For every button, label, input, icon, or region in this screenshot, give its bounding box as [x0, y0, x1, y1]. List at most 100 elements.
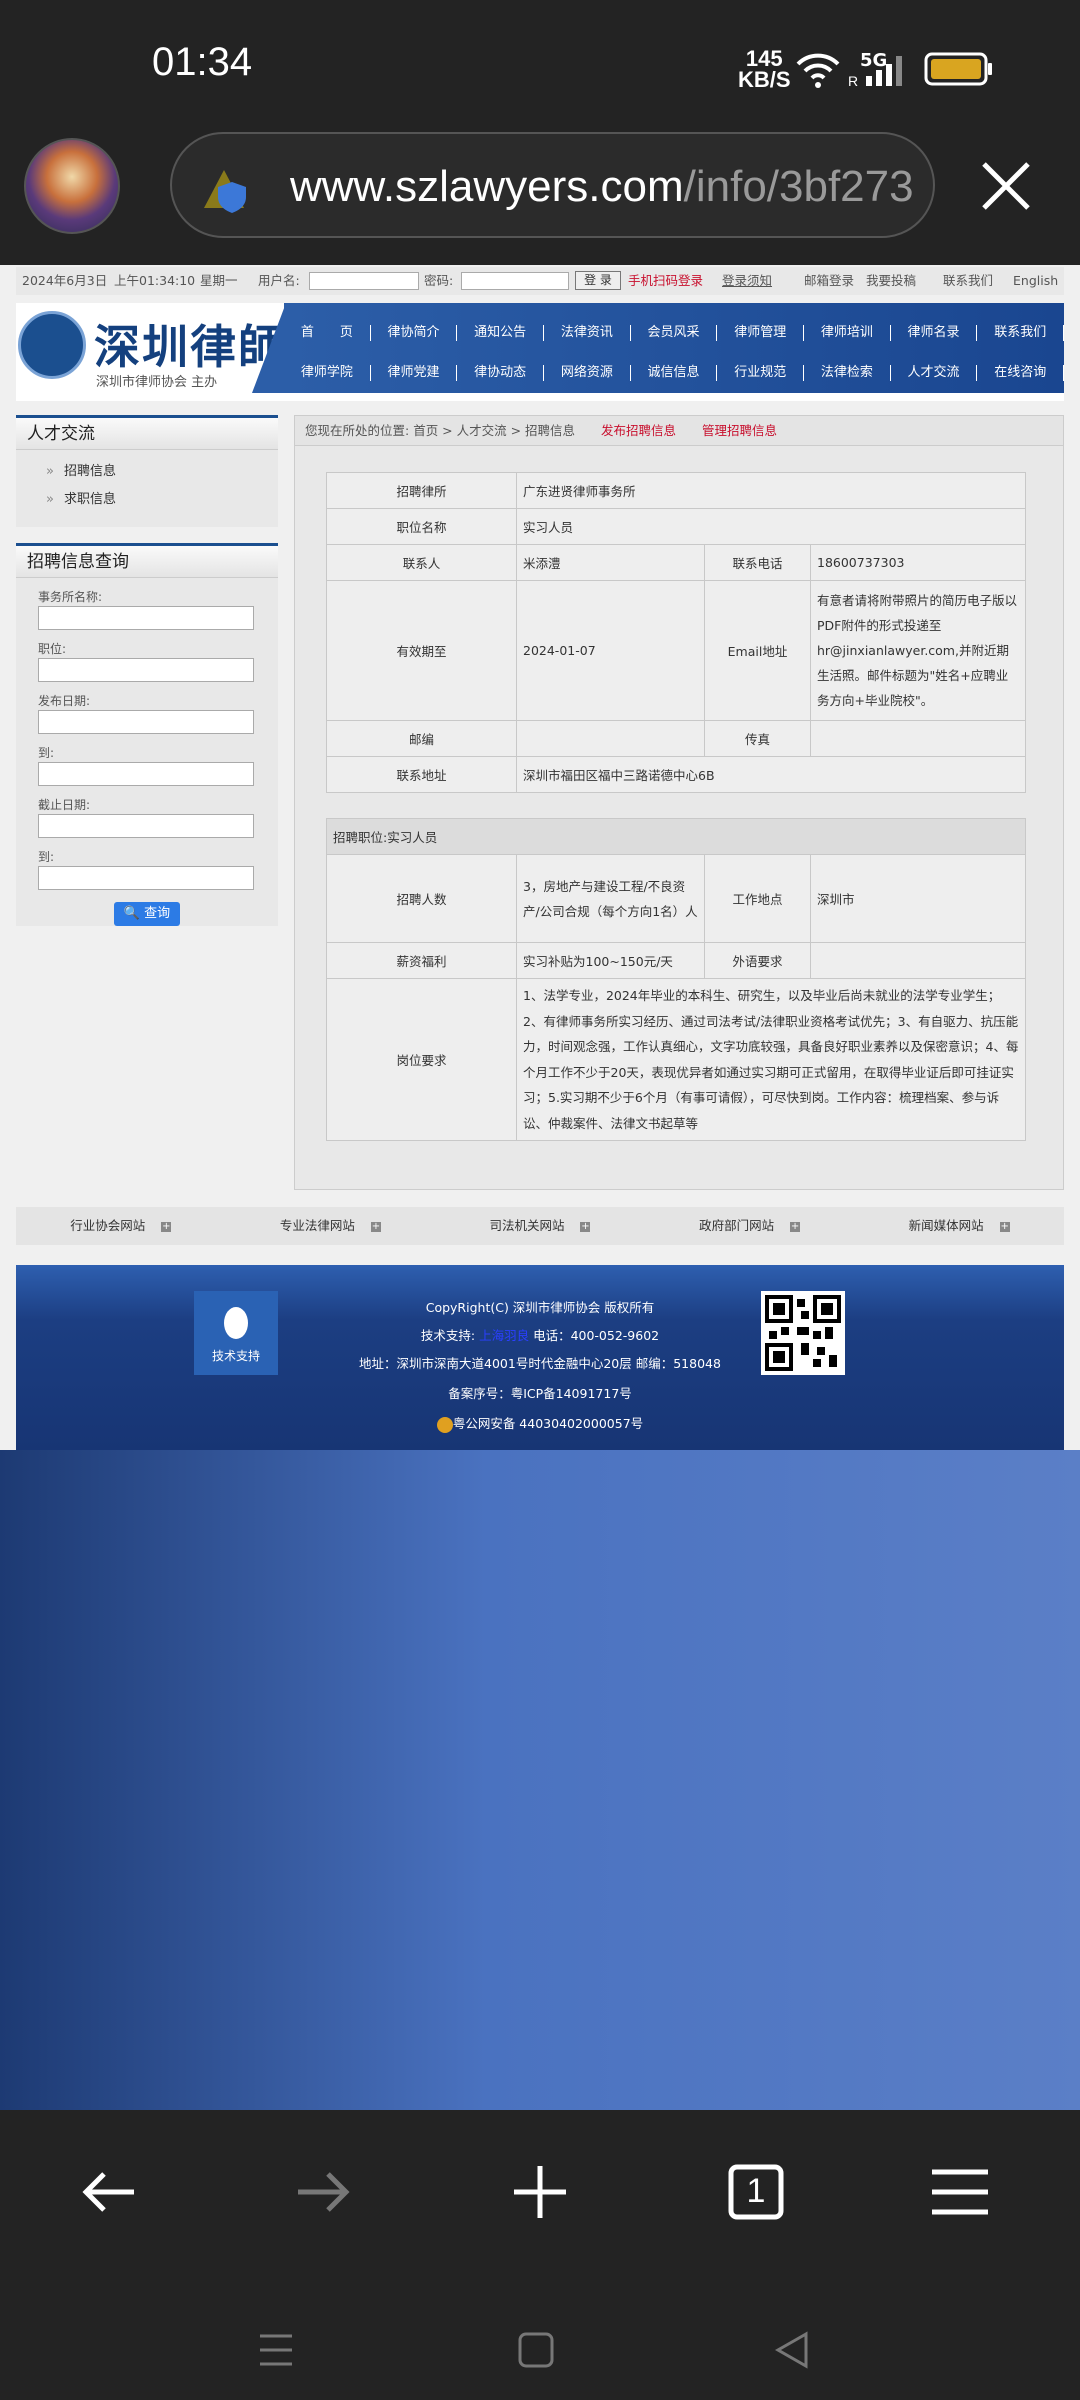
profile-avatar[interactable] [24, 138, 120, 234]
main-nav: 首 页律协简介 通知公告 法律资讯 会员风采 律师管理 律师培训 律师名录 联系我们 律师学院… [284, 303, 1065, 393]
query-box: 招聘信息查询 事务所名称: 职位: 发布日期: 到: 截止日期: 到: 🔍 查询 [16, 543, 278, 926]
phone-value: 18600737303 [810, 544, 1026, 581]
qr-login-link[interactable]: 手机扫码登录 [628, 267, 703, 295]
address-bar[interactable]: www.szlawyers.com/info/3bf273 [170, 132, 935, 238]
nav-item[interactable]: 人才交流 [891, 365, 978, 381]
position-label: 职位: [38, 642, 67, 656]
sidebar-item-jobseek[interactable]: 求职信息 [16, 486, 278, 514]
nav-item[interactable]: 在线咨询 [977, 365, 1065, 381]
english-link[interactable]: English [1013, 267, 1058, 295]
date-text: 2024年6月3日 [22, 273, 108, 288]
footer-link-judicial[interactable]: 司法机关网站 [435, 1207, 645, 1245]
nav-item[interactable]: 律协简介 [371, 325, 458, 341]
nav-item[interactable]: 行业规范 [717, 365, 805, 381]
language-label: 外语要求 [704, 942, 811, 979]
deadline-label: 截止日期: [38, 798, 91, 812]
system-menu-icon[interactable] [256, 2330, 296, 2370]
footer-link-media[interactable]: 新闻媒体网站 [854, 1207, 1064, 1245]
submit-link[interactable]: 我要投稿 [866, 267, 916, 295]
footer-links: 行业协会网站 专业法律网站 司法机关网站 政府部门网站 新闻媒体网站 [16, 1207, 1064, 1245]
nav-item[interactable]: 网络资源 [544, 365, 631, 381]
manage-job-link[interactable]: 管理招聘信息 [702, 423, 777, 438]
username-input[interactable] [309, 272, 419, 290]
nav-item[interactable]: 法律资讯 [544, 325, 631, 341]
new-tab-plus-icon[interactable] [504, 2156, 576, 2228]
table-row: 有效期至 2024-01-07 Email地址 有意者请将附带照片的简历电子版以PDF… [326, 580, 1026, 721]
table-row: 招聘人数 3，房地产与建设工程/不良资产/公司合规（每个方向1名）人 工作地点 深圳市 [326, 854, 1026, 943]
nav-item[interactable]: 律师党建 [371, 365, 458, 381]
email-value: 有意者请将附带照片的简历电子版以PDF附件的形式投递至hr@jinxianlaw… [810, 580, 1026, 721]
nav-item[interactable]: 律协动态 [457, 365, 545, 381]
query-title: 招聘信息查询 [16, 546, 278, 578]
url-text[interactable]: www.szlawyers.com/info/3bf273 [290, 162, 920, 212]
browser-bottom-bar: 1 [0, 2110, 1080, 2400]
forward-arrow-icon[interactable] [288, 2156, 360, 2228]
firm-value: 广东进贤律师事务所 [516, 472, 1026, 509]
nav-item[interactable]: 法律检索 [804, 365, 891, 381]
site-logo-subtitle: 深圳市律师协会 主办 [96, 375, 218, 390]
logo-seal-icon [18, 311, 86, 379]
breadcrumb-path[interactable]: 首页 > 人才交流 > 招聘信息 [413, 423, 575, 438]
system-back-icon[interactable] [772, 2330, 812, 2370]
table-row: 薪资福利 实习补贴为100~150元/天 外语要求 [326, 942, 1026, 979]
language-value [810, 942, 1026, 979]
position-detail-table: 招聘职位:实习人员 招聘人数 3，房地产与建设工程/不良资产/公司合规（每个方向1… [326, 818, 1026, 1141]
login-notice-link[interactable]: 登录须知 [722, 267, 772, 295]
query-button[interactable]: 🔍 查询 [114, 902, 180, 926]
email-label: Email地址 [704, 580, 811, 721]
status-bar: 01:34 145 KB/S 5G R [0, 0, 1080, 130]
back-arrow-icon[interactable] [72, 2156, 144, 2228]
footer-link-legal[interactable]: 专业法律网站 [226, 1207, 436, 1245]
nav-item[interactable]: 诚信信息 [631, 365, 718, 381]
fax-value [810, 720, 1026, 757]
table-row: 职位名称 实习人员 [326, 508, 1026, 545]
address-text: 地址：深圳市深南大道4001号时代金融中心20层 邮编：518048 [359, 1356, 721, 1371]
firm-name-label: 事务所名称: [38, 590, 103, 604]
icp-text[interactable]: 备案序号：粤ICP备14091717号 [16, 1383, 1064, 1402]
deadline-to-input[interactable] [38, 866, 254, 890]
signal-icon: R [848, 56, 902, 88]
system-home-icon[interactable] [516, 2330, 556, 2370]
footer-link-government[interactable]: 政府部门网站 [645, 1207, 855, 1245]
deadline-input[interactable] [38, 814, 254, 838]
menu-icon[interactable] [924, 2156, 996, 2228]
mail-login-link[interactable]: 邮箱登录 [804, 267, 854, 295]
contact-link[interactable]: 联系我们 [943, 267, 993, 295]
address-value: 深圳市福田区福中三路诺德中心6B [516, 756, 1026, 793]
username-label: 用户名: [258, 273, 300, 288]
nav-item[interactable]: 律师培训 [804, 325, 891, 341]
password-input[interactable] [461, 272, 569, 290]
nav-item[interactable]: 联系我们 [977, 325, 1065, 341]
fax-label: 传真 [704, 720, 811, 757]
nav-item[interactable]: 律师学院 [284, 365, 371, 381]
tab-switcher-button[interactable]: 1 [720, 2156, 792, 2228]
nav-item[interactable]: 会员风采 [631, 325, 718, 341]
nav-item[interactable]: 律师名录 [891, 325, 978, 341]
tech-company-link[interactable]: 上海羽良 [479, 1328, 529, 1343]
publish-to-input[interactable] [38, 762, 254, 786]
breadcrumb-prefix: 您现在所处的位置: [305, 423, 410, 438]
address-label: 联系地址 [326, 756, 517, 793]
site-security-icon[interactable] [198, 160, 258, 220]
zip-label: 邮编 [326, 720, 517, 757]
position-input[interactable] [38, 658, 254, 682]
requirements-value: 1、法学专业，2024年毕业的本科生、研究生，以及毕业后尚未就业的法学专业学生；… [516, 978, 1026, 1141]
sidebar-item-recruit[interactable]: 招聘信息 [16, 458, 278, 486]
nav-item[interactable]: 首 页 [284, 325, 371, 341]
publish-date-input[interactable] [38, 710, 254, 734]
firm-name-input[interactable] [38, 606, 254, 630]
expiry-value: 2024-01-07 [516, 580, 705, 721]
login-button[interactable]: 登 录 [575, 271, 621, 290]
table-row: 岗位要求 1、法学专业，2024年毕业的本科生、研究生，以及毕业后尚未就业的法学专… [326, 978, 1026, 1141]
footer-link-industry[interactable]: 行业协会网站 [16, 1207, 226, 1245]
nav-item[interactable]: 律师管理 [717, 325, 805, 341]
net-speed: 145 KB/S [738, 46, 791, 92]
nav-item[interactable]: 通知公告 [457, 325, 545, 341]
table-row: 联系地址 深圳市福田区福中三路诺德中心6B [326, 756, 1026, 793]
site-header: 深圳律師 深圳市律师协会 主办 首 页律协简介 通知公告 法律资讯 会员风采 律师管理律… [16, 303, 1065, 401]
publish-job-link[interactable]: 发布招聘信息 [601, 423, 676, 438]
police-record[interactable]: 粤公网安备 44030402000057号 [16, 1413, 1064, 1433]
qr-code [761, 1291, 845, 1375]
close-icon[interactable] [978, 158, 1034, 214]
headcount-value: 3，房地产与建设工程/不良资产/公司合规（每个方向1名）人 [516, 854, 705, 943]
